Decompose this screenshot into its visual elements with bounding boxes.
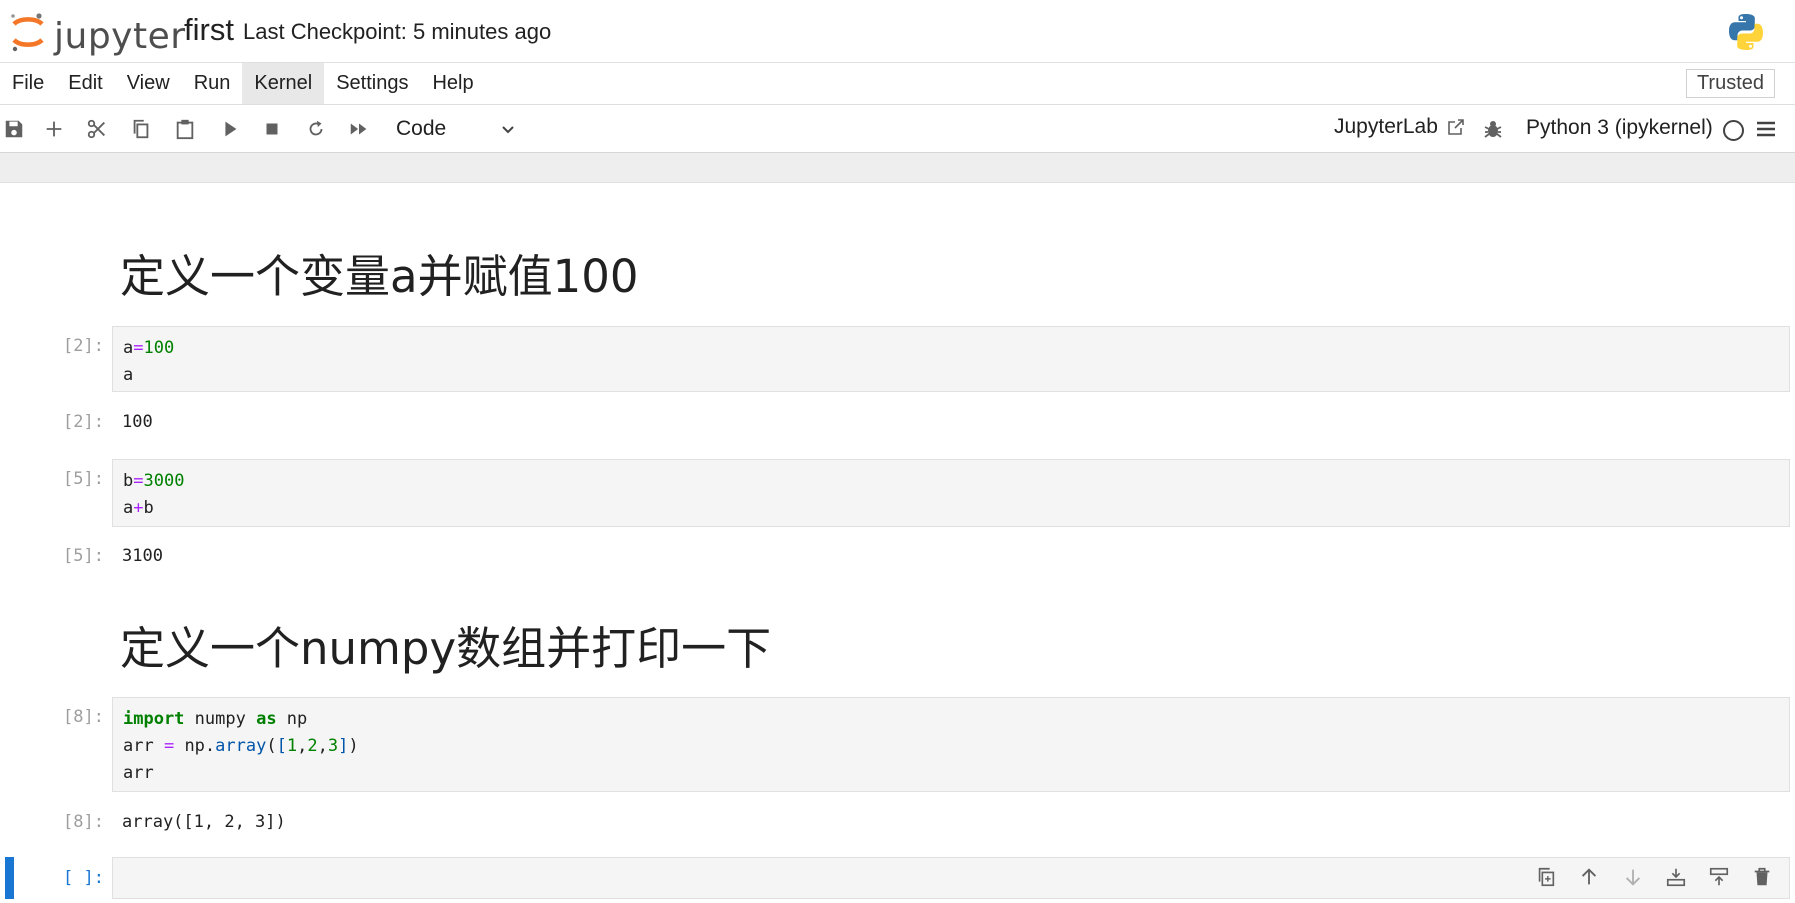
cell-output: 3100	[122, 546, 163, 566]
code-line: a+b	[123, 498, 154, 518]
cut-icon	[87, 119, 105, 139]
code-cell-1[interactable]: a=100 a	[112, 326, 1790, 392]
run-all-button[interactable]	[345, 115, 373, 143]
cell-type-select[interactable]: Code	[388, 113, 524, 145]
input-prompt: [5]:	[63, 469, 104, 489]
jupyterlab-label: JupyterLab	[1334, 115, 1438, 138]
insert-above-icon	[1666, 868, 1686, 887]
run-button[interactable]	[216, 115, 244, 143]
code-cell-3[interactable]: import numpy as np arr = np.array([1,2,3…	[112, 697, 1790, 792]
input-prompt: [8]:	[63, 707, 104, 727]
trusted-indicator[interactable]: Trusted	[1685, 69, 1775, 98]
jupyter-logo-icon	[11, 13, 44, 52]
duplicate-icon	[1538, 867, 1555, 887]
cut-button[interactable]	[83, 115, 111, 143]
output-prompt: [2]:	[63, 412, 104, 432]
cell-type-value: Code	[396, 117, 447, 140]
code-line: b=3000	[123, 471, 185, 491]
top-header: jupyter first Last Checkpoint: 5 minutes…	[0, 0, 1795, 63]
output-prompt: [5]:	[63, 546, 104, 566]
open-jupyterlab-button[interactable]: JupyterLab	[1334, 115, 1466, 139]
kernel-name[interactable]: Python 3 (ipykernel)	[1526, 116, 1713, 140]
notebook-toolbar: Code JupyterLab Python 3 (ipykernel)	[0, 105, 1795, 153]
checkpoint-status: Last Checkpoint: 5 minutes ago	[243, 19, 552, 44]
menubar: File Edit View Run Kernel Settings Help …	[0, 63, 1795, 105]
copy-icon	[133, 119, 149, 139]
logo-text: jupyter	[54, 16, 186, 57]
menu-run[interactable]: Run	[182, 63, 243, 104]
arrow-down-icon	[1625, 869, 1641, 886]
output-prompt: [8]:	[63, 812, 104, 832]
plus-icon	[46, 121, 62, 137]
delete-cell-button[interactable]	[1749, 863, 1775, 891]
code-line: arr = np.array([1,2,3])	[123, 736, 359, 756]
trash-icon	[1754, 867, 1770, 886]
active-cell-indicator	[5, 857, 14, 899]
notebook-name[interactable]: first	[184, 12, 234, 48]
menu-kernel[interactable]: Kernel	[242, 63, 325, 104]
external-link-icon	[1448, 119, 1464, 135]
paste-button[interactable]	[171, 115, 199, 143]
menu-settings[interactable]: Settings	[324, 63, 420, 104]
restart-button[interactable]	[302, 115, 330, 143]
cell-output: 100	[122, 412, 153, 432]
insert-below-icon	[1709, 867, 1729, 886]
chevron-down-icon	[502, 126, 514, 134]
move-down-button[interactable]	[1620, 863, 1646, 891]
save-button[interactable]	[0, 115, 28, 143]
menu-file[interactable]: File	[0, 63, 56, 104]
insert-below-button[interactable]	[1706, 863, 1732, 891]
markdown-heading-2[interactable]: 定义一个numpy数组并打印一下	[120, 612, 771, 677]
toolbar-divider-strip	[0, 153, 1795, 183]
bug-icon[interactable]	[1481, 117, 1505, 141]
paste-icon	[176, 119, 194, 140]
stop-icon	[266, 123, 278, 135]
duplicate-cell-button[interactable]	[1533, 863, 1559, 891]
move-up-button[interactable]	[1576, 863, 1602, 891]
restart-icon	[309, 120, 323, 136]
fast-forward-icon	[350, 123, 367, 135]
cell-output: array([1, 2, 3])	[122, 812, 286, 832]
insert-above-button[interactable]	[1663, 863, 1689, 891]
arrow-up-icon	[1581, 868, 1597, 885]
jupyter-logo[interactable]: jupyter	[6, 10, 185, 57]
run-icon	[225, 121, 237, 137]
menu-view[interactable]: View	[115, 63, 182, 104]
insert-cell-button[interactable]	[40, 115, 68, 143]
code-cell-2[interactable]: b=3000 a+b	[112, 459, 1790, 527]
python-logo-icon	[1729, 14, 1763, 50]
menu-help[interactable]: Help	[420, 63, 485, 104]
hamburger-menu-icon[interactable]	[1754, 117, 1778, 141]
copy-button[interactable]	[127, 115, 155, 143]
stop-button[interactable]	[258, 115, 286, 143]
code-line: a=100	[123, 338, 175, 358]
code-line: import numpy as np	[123, 709, 308, 729]
code-line: a	[123, 365, 134, 385]
kernel-status-idle-icon	[1723, 120, 1744, 141]
save-icon	[5, 120, 23, 138]
menu-edit[interactable]: Edit	[56, 63, 114, 104]
markdown-heading-1[interactable]: 定义一个变量a并赋值100	[120, 240, 638, 305]
code-line: arr	[123, 763, 154, 783]
input-prompt-active: [ ]:	[63, 868, 104, 888]
input-prompt: [2]:	[63, 336, 104, 356]
